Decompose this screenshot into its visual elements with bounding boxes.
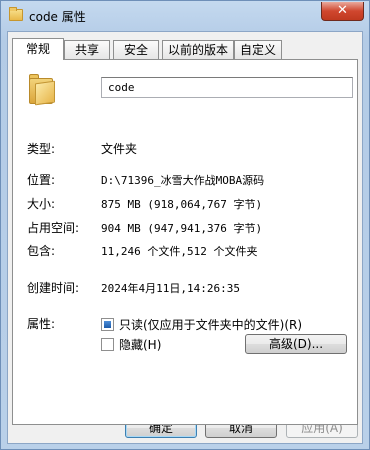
tab-sharing[interactable]: 共享 [64,40,110,59]
size-value: 875 MB (918,064,767 字节) [101,198,263,211]
title-bar[interactable]: code 属性 ✕ [1,1,369,31]
contains-label: 包含: [27,244,56,258]
separator [23,266,349,267]
type-value: 文件夹 [101,142,138,156]
advanced-button[interactable]: 高级(D)... [245,334,347,354]
separator [23,161,349,162]
created-value: 2024年4月11日,14:26:35 [101,282,240,295]
hidden-label[interactable]: 隐藏(H) [119,336,161,353]
tab-security[interactable]: 安全 [113,40,159,59]
tab-customize[interactable]: 自定义 [234,40,282,59]
readonly-label[interactable]: 只读(仅应用于文件夹中的文件)(R) [119,316,302,333]
type-label: 类型: [27,142,56,156]
tab-general[interactable]: 常规 [12,38,64,60]
separator [23,303,349,304]
folder-name-input[interactable]: code [101,77,353,98]
readonly-checkbox[interactable] [101,318,114,331]
general-tab-panel: code 类型: 文件夹 位置: D:\71396_冰雪大作战MOBA源码 大小… [12,59,358,425]
location-label: 位置: [27,173,56,187]
close-icon: ✕ [337,3,348,18]
created-label: 创建时间: [27,281,80,295]
hidden-checkbox[interactable] [101,338,114,351]
disk-size-label: 占用空间: [27,221,80,235]
separator [23,121,349,122]
folder-icon [27,72,61,106]
dialog-body: 常规 共享 安全 以前的版本 自定义 code 类型: 文件夹 位置: D:\7… [7,31,363,444]
disk-size-value: 904 MB (947,941,376 字节) [101,222,263,235]
attributes-label: 属性: [27,317,56,331]
size-label: 大小: [27,197,56,211]
tab-previous-versions[interactable]: 以前的版本 [162,40,234,59]
folder-icon [9,7,23,21]
window-title: code 属性 [29,10,86,24]
location-value: D:\71396_冰雪大作战MOBA源码 [101,174,265,187]
properties-window: code 属性 ✕ 常规 共享 安全 以前的版本 自定义 code 类型: 文件… [0,0,370,450]
close-button[interactable]: ✕ [321,2,364,21]
contains-value: 11,246 个文件,512 个文件夹 [101,245,258,258]
